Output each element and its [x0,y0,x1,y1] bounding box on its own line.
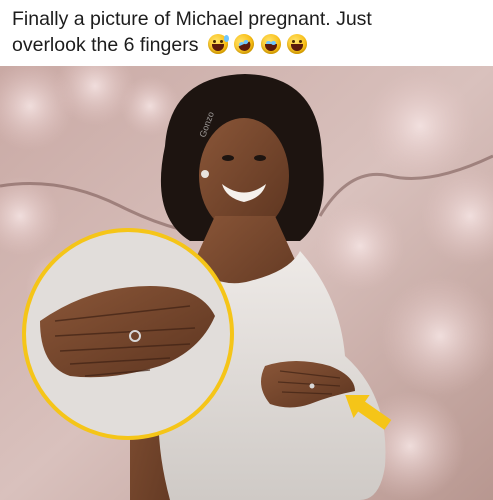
caption-line-2: overlook the 6 fingers [12,34,199,56]
ring [309,383,315,389]
grinning-squinting-emoji-icon [287,34,308,54]
social-post: Finally a picture of Michael pregnant. J… [0,0,493,500]
post-caption: Finally a picture of Michael pregnant. J… [12,6,482,61]
tears-of-joy-emoji-icon [260,34,281,54]
rolling-laughing-emoji-icon [231,30,258,58]
emoji-group [207,30,308,61]
post-photo[interactable]: Gonzo [0,66,493,500]
photo-illustration: Gonzo [0,66,493,500]
caption-line-1: Finally a picture of Michael pregnant. J… [12,8,372,30]
earring [201,170,209,178]
grinning-sweat-emoji-icon [207,34,229,54]
